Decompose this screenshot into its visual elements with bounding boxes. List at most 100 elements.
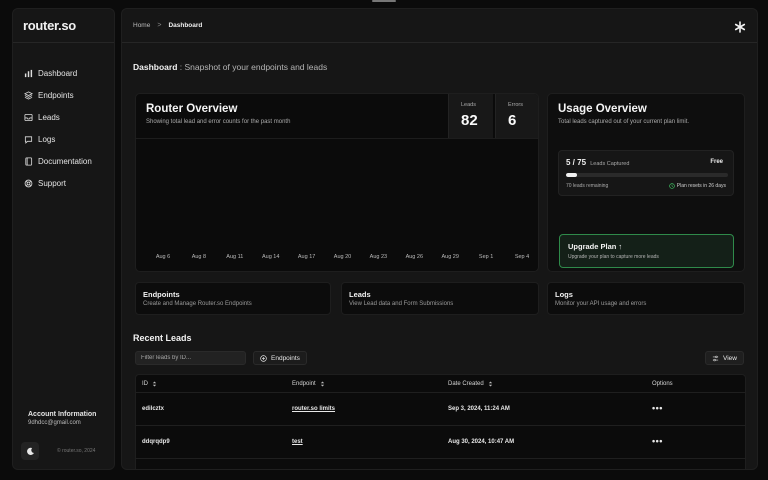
x-tick-label: Aug 17: [297, 254, 316, 260]
x-tick-label: Aug 29: [441, 254, 459, 260]
table-row[interactable]: edilcztx router.so limits Sep 3, 2024, 1…: [136, 393, 745, 426]
inbox-icon: [24, 113, 33, 122]
x-tick-label: Aug 8: [191, 254, 207, 260]
x-tick-label: Aug 26: [405, 254, 424, 260]
account-info: Account Information 9dhdcc@gmail.com: [28, 411, 96, 426]
clock-icon: [669, 183, 675, 189]
endpoints-filter-label: Endpoints: [271, 354, 300, 362]
row-options-button[interactable]: •••: [652, 436, 663, 446]
card-divider: [136, 138, 538, 139]
account-title: Account Information: [28, 411, 97, 418]
leads-stat-tab[interactable]: Leads 82: [448, 94, 493, 138]
x-tick-label: Aug 6: [155, 254, 171, 260]
lifebuoy-icon: [24, 179, 33, 188]
lead-endpoint-link[interactable]: test: [292, 439, 303, 445]
leads-stat-value: 82: [461, 112, 478, 129]
usage-progress-fill: [566, 173, 577, 177]
table-row[interactable]: ddqrqdp9 test Aug 30, 2024, 10:47 AM •••: [136, 426, 745, 459]
sidebar-item-dashboard[interactable]: Dashboard: [13, 62, 114, 84]
card-subtitle: Monitor your API usage and errors: [555, 301, 647, 307]
view-button-label: View: [723, 354, 737, 362]
sidebar-item-label: Documentation: [38, 156, 92, 166]
usage-overview-subtitle: Total leads captured out of your current…: [558, 119, 690, 125]
router-overview-subtitle: Showing total lead and error counts for …: [146, 119, 291, 125]
lead-id: ddqrqdp9: [142, 439, 170, 445]
filter-leads-input[interactable]: [135, 351, 246, 365]
lead-id: edilcztx: [142, 406, 165, 412]
logo-container: router.so: [13, 9, 114, 43]
copyright-text: © router.so, 2024: [57, 448, 96, 454]
page-title: Dashboard : Snapshot of your endpoints a…: [133, 62, 327, 72]
plan-badge: Free: [710, 159, 723, 165]
x-tick-label: Aug 23: [369, 254, 388, 260]
column-header-options: Options: [652, 381, 673, 387]
page-title-text: Dashboard: [133, 62, 178, 72]
upgrade-plan-subtitle: Upgrade your plan to capture more leads: [568, 254, 659, 260]
plus-circle-icon: [260, 354, 267, 362]
sidebar-item-documentation[interactable]: Documentation: [13, 150, 114, 172]
card-title: Leads: [349, 290, 371, 299]
breadcrumb-home[interactable]: Home: [133, 22, 150, 29]
layers-icon: [24, 90, 33, 100]
header-bar: Home > Dashboard: [122, 9, 757, 43]
theme-toggle-button[interactable]: [21, 442, 39, 460]
lead-date: Aug 30, 2024, 10:47 AM: [448, 439, 515, 445]
router-overview-card: Router Overview Showing total lead and e…: [135, 93, 539, 272]
chat-icon: [24, 135, 33, 144]
window-notch: [372, 0, 396, 2]
leads-remaining: 70 leads remaining: [566, 183, 609, 189]
sort-icon: [488, 381, 492, 387]
main-panel: Home > Dashboard Dashboard : Snapshot of…: [121, 8, 758, 470]
sidebar-footer: © router.so, 2024: [21, 442, 95, 460]
sidebar-item-label: Logs: [38, 134, 56, 144]
upgrade-plan-title: Upgrade Plan ↑: [568, 242, 623, 251]
sliders-icon: [712, 355, 719, 361]
chart-x-axis: Aug 6 Aug 8 Aug 11 Aug 14 Aug 17 Aug 20 Aug 23…: [136, 254, 538, 264]
recent-leads-title: Recent Leads: [133, 333, 192, 343]
usage-overview-card: Usage Overview Total leads captured out …: [547, 93, 745, 272]
upgrade-plan-button[interactable]: Upgrade Plan ↑ Upgrade your plan to capt…: [559, 234, 734, 268]
leads-card[interactable]: Leads View Lead data and Form Submission…: [341, 282, 539, 315]
errors-stat-label: Errors: [508, 102, 523, 108]
moon-icon: [26, 447, 34, 455]
account-email: 9dhdcc@gmail.com: [28, 420, 81, 426]
sidebar: router.so Dashboard Endpoints Leads Logs: [12, 8, 115, 470]
usage-progress-bar: [566, 173, 728, 177]
card-subtitle: Create and Manage Router.so Endpoints: [143, 301, 252, 307]
lead-date: Sep 3, 2024, 11:24 AM: [448, 406, 510, 412]
sidebar-item-label: Dashboard: [38, 68, 78, 78]
leads-captured-count: 5 / 75 Leads Captured: [566, 158, 629, 167]
sidebar-item-label: Support: [38, 178, 67, 188]
endpoints-filter-button[interactable]: Endpoints: [253, 351, 307, 365]
x-tick-label: Sep 1: [478, 254, 494, 260]
sidebar-item-leads[interactable]: Leads: [13, 106, 114, 128]
bar-chart-icon: [24, 69, 33, 78]
sidebar-item-logs[interactable]: Logs: [13, 128, 114, 150]
lead-endpoint-link[interactable]: router.so limits: [292, 406, 335, 412]
book-icon: [24, 156, 33, 166]
x-tick-label: Aug 20: [333, 254, 352, 260]
sidebar-nav: Dashboard Endpoints Leads Logs Documenta…: [13, 43, 114, 194]
column-header-label: ID: [142, 381, 148, 387]
row-options-button[interactable]: •••: [652, 403, 663, 413]
card-title: Endpoints: [143, 290, 180, 299]
asterisk-settings-icon[interactable]: [734, 20, 746, 33]
leads-stat-label: Leads: [461, 102, 476, 108]
column-header-date[interactable]: Date Created: [448, 381, 493, 387]
usage-overview-title: Usage Overview: [558, 103, 647, 115]
errors-stat-tab[interactable]: Errors 6: [495, 94, 538, 138]
endpoints-card[interactable]: Endpoints Create and Manage Router.so En…: [135, 282, 331, 315]
x-tick-label: Sep 4: [514, 254, 530, 260]
sidebar-item-endpoints[interactable]: Endpoints: [13, 84, 114, 106]
column-header-id[interactable]: ID: [142, 381, 157, 387]
view-options-button[interactable]: View: [705, 351, 744, 365]
logs-card[interactable]: Logs Monitor your API usage and errors: [547, 282, 745, 315]
recent-leads-table: ID Endpoint Date Created Options edilczt…: [135, 374, 746, 469]
column-header-endpoint[interactable]: Endpoint: [292, 381, 325, 387]
breadcrumb-separator: >: [157, 22, 162, 29]
sidebar-item-support[interactable]: Support: [13, 172, 114, 194]
table-header: ID Endpoint Date Created Options: [136, 375, 745, 393]
plan-reset-text: Plan resets in 26 days: [676, 183, 726, 189]
sort-icon: [320, 381, 324, 387]
app-logo[interactable]: router.so: [23, 18, 76, 33]
